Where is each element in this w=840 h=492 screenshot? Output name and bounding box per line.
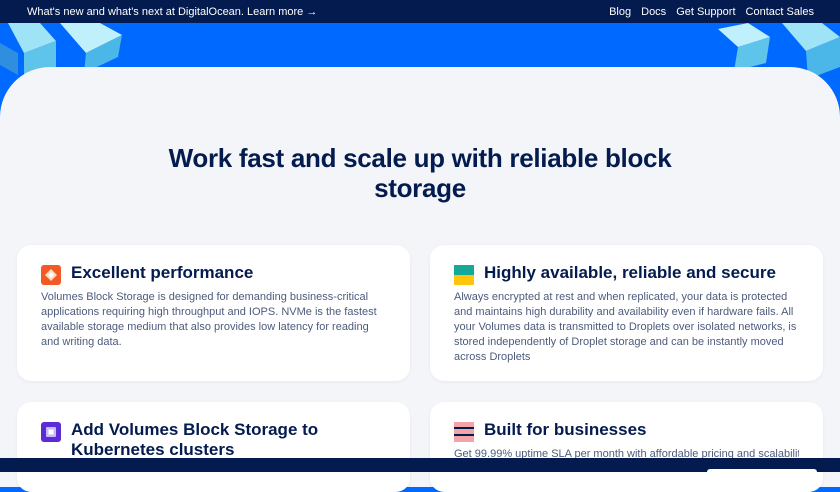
- card-title: Highly available, reliable and secure: [484, 263, 776, 282]
- bottom-banner-button[interactable]: [707, 469, 817, 479]
- card-text: Always encrypted at rest and when replic…: [454, 291, 797, 363]
- section-headline: Work fast and scale up with reliable blo…: [168, 143, 672, 203]
- card-title: Excellent performance: [71, 263, 254, 282]
- card-text: Volumes Block Storage is designed for de…: [41, 291, 377, 348]
- nav-link-contact-sales[interactable]: Contact Sales: [746, 6, 814, 18]
- nav-link-blog[interactable]: Blog: [609, 6, 631, 18]
- feature-card-availability: Highly available, reliable and secure Al…: [430, 245, 823, 381]
- bottom-banner: [0, 458, 840, 479]
- layers-icon: [454, 265, 474, 285]
- stack-icon: [454, 422, 474, 442]
- card-title: Built for businesses: [484, 420, 647, 439]
- nav-link-support[interactable]: Get Support: [676, 6, 735, 18]
- announcement-bar: What's new and what's next at DigitalOce…: [0, 0, 840, 23]
- top-nav: Blog Docs Get Support Contact Sales: [609, 6, 814, 18]
- diamond-icon: [41, 265, 61, 285]
- card-title: Add Volumes Block Storage to Kubernetes …: [71, 420, 319, 459]
- nav-link-docs[interactable]: Docs: [641, 6, 666, 18]
- announcement-link[interactable]: What's new and what's next at DigitalOce…: [27, 6, 317, 18]
- kubernetes-icon: [41, 422, 61, 442]
- feature-card-performance: Excellent performance Volumes Block Stor…: [17, 245, 410, 381]
- feature-card-kubernetes: Add Volumes Block Storage to Kubernetes …: [17, 402, 410, 492]
